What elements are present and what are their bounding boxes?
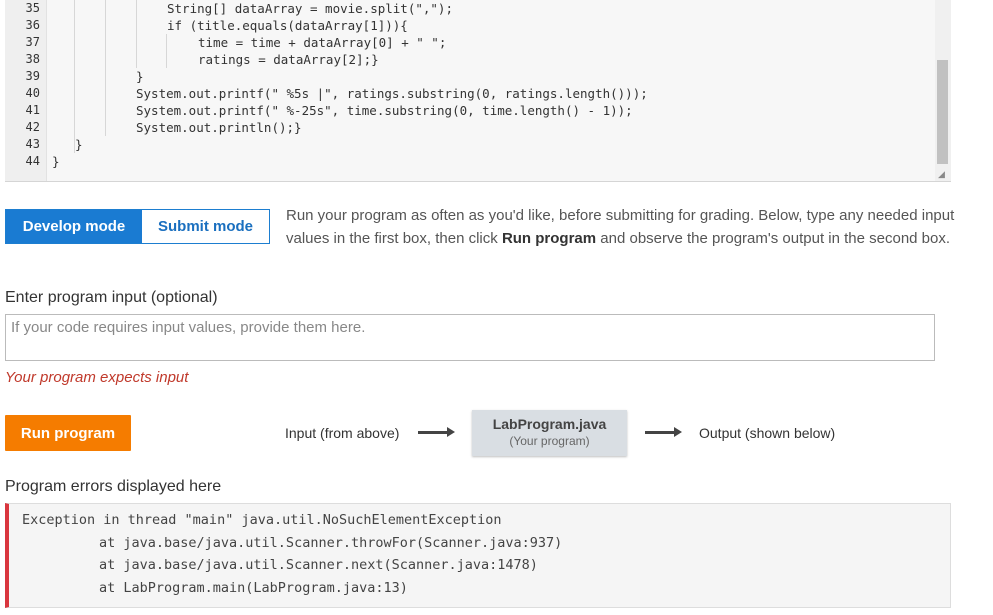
flow-output-label: Output (shown below) xyxy=(699,425,836,441)
code-line: System.out.printf(" %5s |", ratings.subs… xyxy=(136,86,648,101)
line-number: 44 xyxy=(25,154,40,168)
input-warning: Your program expects input xyxy=(5,369,189,386)
flow-input-label: Input (from above) xyxy=(285,425,400,441)
code-editor[interactable]: 35 36 37 38 39 40 41 42 43 44 String[] d… xyxy=(5,0,951,182)
indent-guide xyxy=(74,0,75,153)
line-number: 35 xyxy=(25,1,40,15)
line-number: 39 xyxy=(25,69,40,83)
code-line: } xyxy=(136,69,144,84)
line-number: 37 xyxy=(25,35,40,49)
errors-output: Exception in thread "main" java.util.NoS… xyxy=(5,503,951,608)
editor-scrollbar[interactable] xyxy=(935,0,951,181)
program-name: LabProgram.java xyxy=(492,416,607,432)
error-line: at java.base/java.util.Scanner.throwFor(… xyxy=(99,534,563,551)
line-number: 41 xyxy=(25,103,40,117)
instructions-bold: Run program xyxy=(501,230,597,247)
scrollbar-thumb[interactable] xyxy=(937,60,948,164)
errors-label: Program errors displayed here xyxy=(5,478,222,495)
line-number: 42 xyxy=(25,120,40,134)
error-line: Exception in thread "main" java.util.NoS… xyxy=(22,512,502,528)
submit-mode-button[interactable]: Submit mode xyxy=(142,210,269,243)
arrow-right-icon xyxy=(418,427,455,437)
code-line: time = time + dataArray[0] + " "; xyxy=(198,35,447,50)
resize-grip-icon[interactable]: ◢ xyxy=(938,170,946,179)
line-number: 40 xyxy=(25,86,40,100)
line-number: 36 xyxy=(25,18,40,32)
line-number-gutter: 35 36 37 38 39 40 41 42 43 44 xyxy=(5,0,47,181)
line-number: 38 xyxy=(25,52,40,66)
mode-toggle: Develop mode Submit mode xyxy=(5,209,270,244)
indent-guide xyxy=(105,0,106,136)
error-line: at LabProgram.main(LabProgram.java:13) xyxy=(99,579,408,596)
code-line: System.out.println();} xyxy=(136,120,302,135)
code-line: String[] dataArray = movie.split(","); xyxy=(167,1,453,16)
indent-guide xyxy=(166,34,167,68)
code-line: System.out.printf(" %-25s", time.substri… xyxy=(136,103,633,118)
code-line: } xyxy=(75,137,83,152)
code-line: ratings = dataArray[2];} xyxy=(198,52,379,67)
instructions-part2: and observe the program's output in the … xyxy=(596,230,951,247)
run-program-button[interactable]: Run program xyxy=(5,415,131,451)
indent-guide xyxy=(136,0,137,68)
program-input-field[interactable] xyxy=(5,314,935,361)
instructions-text: Run your program as often as you'd like,… xyxy=(286,204,956,250)
arrow-right-icon xyxy=(645,427,682,437)
program-input-label: Enter program input (optional) xyxy=(5,289,218,306)
program-subtitle: (Your program) xyxy=(509,434,590,448)
program-box: LabProgram.java (Your program) xyxy=(472,410,627,456)
line-number: 43 xyxy=(25,137,40,151)
develop-mode-button[interactable]: Develop mode xyxy=(6,210,142,243)
code-line: if (title.equals(dataArray[1])){ xyxy=(167,18,408,33)
code-line: } xyxy=(52,154,60,169)
error-line: at java.base/java.util.Scanner.next(Scan… xyxy=(99,557,538,573)
